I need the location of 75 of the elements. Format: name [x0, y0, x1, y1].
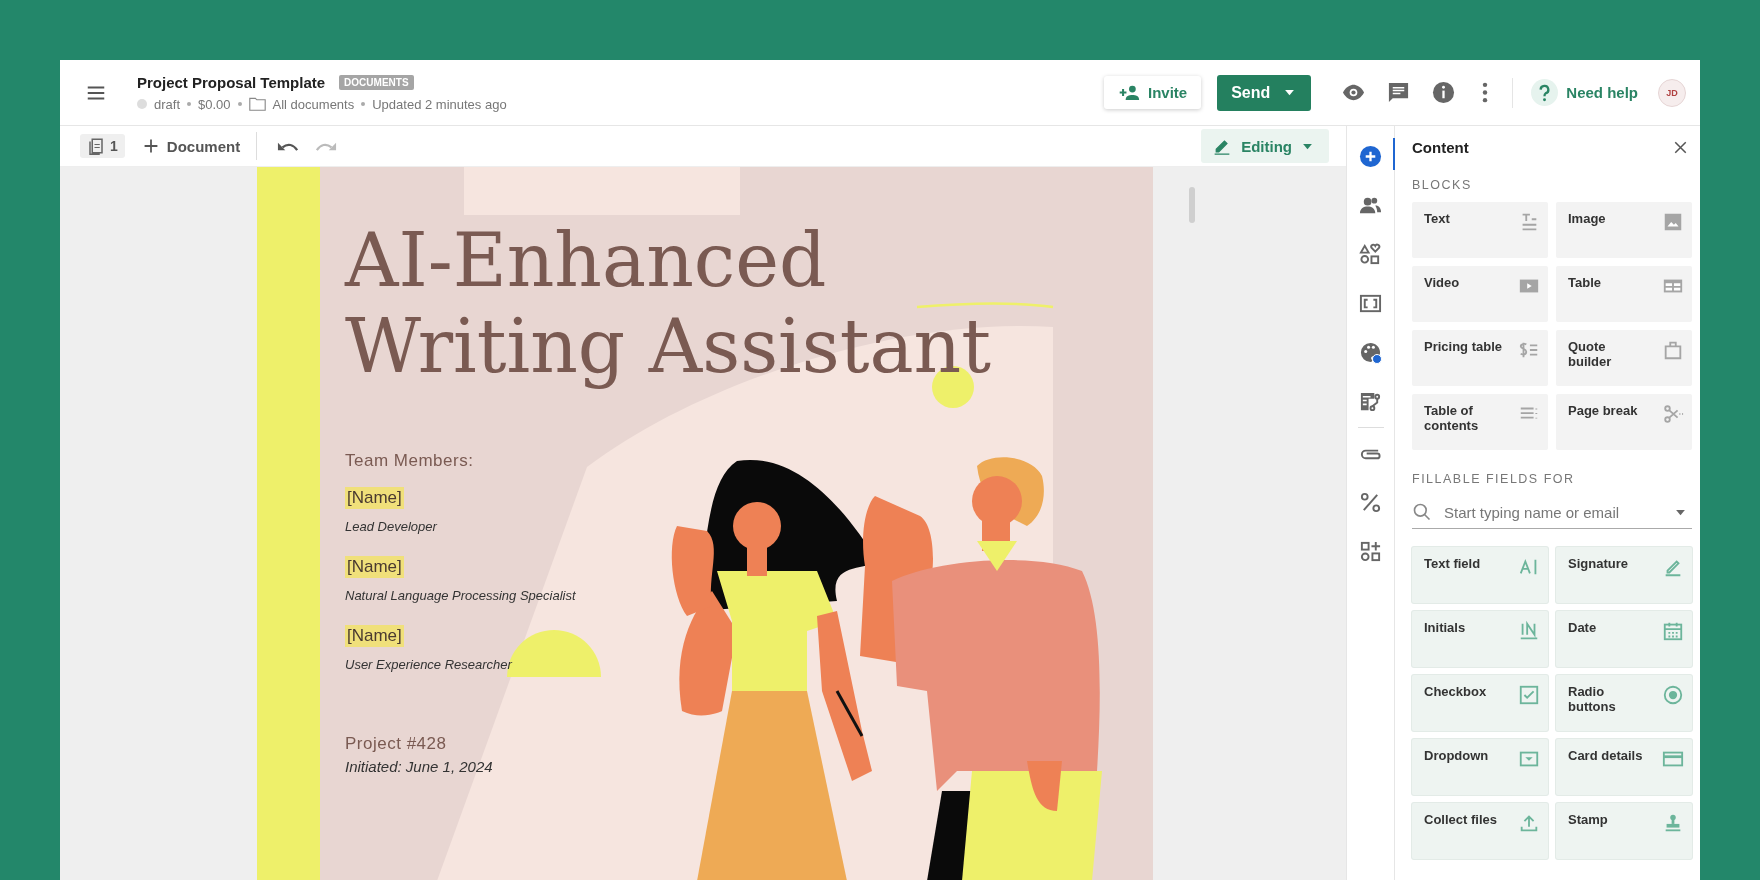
frame-icon	[1359, 292, 1382, 315]
separator-dot-icon	[187, 102, 191, 106]
field-card[interactable]: Dropdown	[1412, 739, 1548, 795]
help-button[interactable]: Need help	[1531, 79, 1638, 106]
initiated-date: Initiated: June 1, 2024	[345, 758, 494, 775]
block-card[interactable]: Table of contents	[1412, 394, 1548, 450]
page-count-button[interactable]: 1	[80, 134, 125, 158]
more-options-icon[interactable]	[1482, 81, 1489, 104]
block-card[interactable]: Video	[1412, 266, 1548, 322]
caret-icon	[1302, 142, 1313, 150]
pencil-icon	[1213, 137, 1232, 155]
calendar-icon	[1662, 620, 1684, 642]
highlighted-name: [Name]	[345, 625, 404, 647]
checkbox-icon	[1518, 684, 1540, 706]
send-button[interactable]: Send	[1217, 74, 1312, 111]
block-card[interactable]: Page break	[1556, 394, 1692, 450]
add-person-icon	[1118, 84, 1140, 101]
field-card[interactable]: Checkbox	[1412, 675, 1548, 731]
search-icon	[1412, 502, 1432, 522]
highlighted-name: [Name]	[345, 487, 404, 509]
updated-label: Updated 2 minutes ago	[372, 96, 507, 112]
field-card[interactable]: Signature	[1556, 547, 1692, 603]
separator-dot-icon	[237, 102, 242, 106]
shapes-icon	[1359, 243, 1382, 266]
add-icon	[1359, 145, 1382, 168]
bag-icon	[1662, 339, 1684, 361]
percent-icon	[1359, 491, 1382, 514]
plus-icon	[142, 138, 159, 154]
initials-icon	[1518, 620, 1540, 642]
widgets-icon	[1359, 540, 1382, 563]
field-card[interactable]: Text field	[1412, 547, 1548, 603]
category-badge: DOCUMENTS	[339, 74, 414, 90]
image-icon	[1662, 211, 1684, 233]
field-card[interactable]: Radio buttons	[1556, 675, 1692, 731]
folder-icon	[248, 97, 266, 111]
highlighted-name: [Name]	[345, 556, 404, 578]
block-card[interactable]: Table	[1556, 266, 1692, 322]
scissors-icon	[1662, 403, 1684, 425]
member-role: Natural Language Processing Specialist	[345, 588, 577, 603]
separator-dot-icon	[361, 102, 366, 106]
section-heading: BLOCKS	[1412, 178, 1473, 192]
field-card[interactable]: Date	[1556, 611, 1692, 667]
folder-link[interactable]: All documents	[272, 96, 355, 112]
panel-title: Content	[1412, 138, 1469, 156]
caret-icon	[1675, 508, 1686, 516]
block-card[interactable]: Pricing table	[1412, 330, 1548, 386]
status-label: draft	[154, 96, 180, 112]
comment-icon[interactable]	[1387, 81, 1411, 104]
form-flow-icon	[1359, 390, 1382, 413]
field-card[interactable]: Stamp	[1556, 803, 1692, 859]
status-dot-icon	[137, 99, 147, 109]
close-icon[interactable]	[1673, 139, 1688, 155]
document-title: Project Proposal Template	[137, 73, 326, 91]
user-avatar[interactable]: JD	[1658, 78, 1686, 107]
block-card[interactable]: Image	[1556, 202, 1692, 258]
add-document-button[interactable]: Document	[136, 136, 247, 156]
invite-button[interactable]: Invite	[1104, 76, 1202, 109]
team-heading: Team Members:	[345, 451, 475, 471]
section-heading: FILLABLE FIELDS FOR	[1412, 472, 1576, 486]
scrollbar-thumb[interactable]	[1189, 187, 1195, 223]
field-card[interactable]: Collect files	[1412, 803, 1548, 859]
pages-icon	[87, 137, 105, 155]
caret-icon	[1284, 89, 1296, 96]
amount-label: $0.00	[198, 96, 231, 112]
info-icon[interactable]	[1432, 81, 1456, 104]
radio-icon	[1662, 684, 1684, 706]
question-mark-icon	[1531, 79, 1559, 106]
block-card[interactable]: Text	[1412, 202, 1548, 258]
member-role: Lead Developer	[345, 519, 439, 534]
field-card[interactable]: Card details	[1556, 739, 1692, 795]
block-card[interactable]: Quote builder	[1556, 330, 1692, 386]
project-number: Project #428	[345, 734, 448, 754]
document-heading: AI-Enhanced Writing Assistant	[345, 217, 993, 389]
editing-mode-button[interactable]: Editing	[1201, 129, 1329, 163]
field-card[interactable]: Initials	[1412, 611, 1548, 667]
